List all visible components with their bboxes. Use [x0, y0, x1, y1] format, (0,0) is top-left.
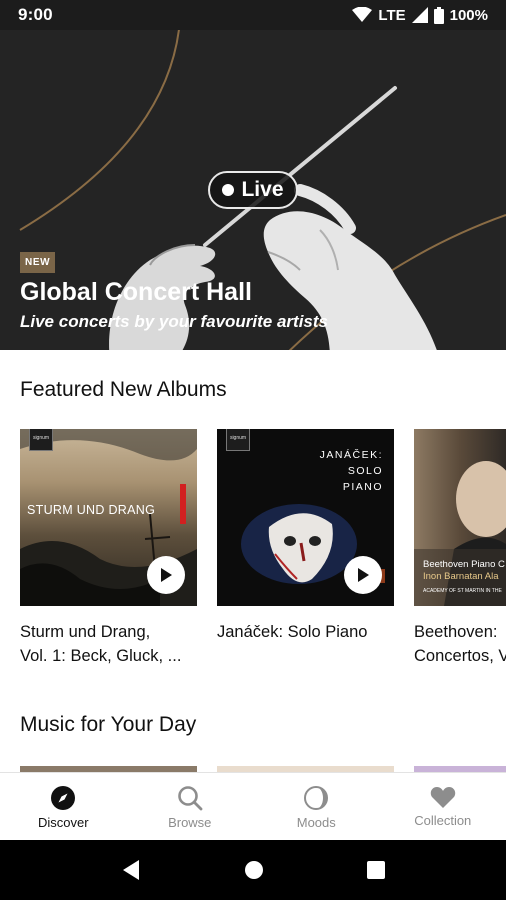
back-icon[interactable] [121, 859, 141, 881]
cell-signal-icon [411, 7, 428, 23]
cover-text: JANÁČEK: SOLO PIANO [320, 447, 383, 495]
nav-label: Discover [37, 815, 89, 830]
battery-percent: 100% [449, 6, 488, 24]
network-type: LTE [378, 6, 406, 24]
nav-label: Collection [414, 813, 472, 828]
moon-icon [304, 786, 329, 810]
recents-icon[interactable] [366, 861, 385, 879]
album-title: Beethoven: Concertos, V [414, 620, 506, 668]
album-title: Janáček: Solo Piano [217, 620, 394, 644]
hero-title: Global Concert Hall [20, 278, 252, 306]
battery-icon [433, 6, 444, 24]
bottom-navigation: Discover Browse Moods Collection [0, 772, 506, 840]
status-indicators: LTE 100% [352, 6, 488, 24]
music-for-day-title: Music for Your Day [20, 713, 197, 736]
album-card[interactable]: signum STURM UND DRANG Sturm und Drang, … [20, 429, 197, 668]
play-icon [161, 568, 172, 582]
compass-icon [51, 786, 76, 810]
cover-text-line3: ACADEMY OF ST MARTIN IN THE [423, 588, 502, 594]
album-card[interactable]: Beethoven Piano C Inon Barnatan Ala ACAD… [414, 429, 506, 668]
signum-logo: signum [226, 429, 250, 451]
album-card[interactable]: signum JANÁČEK: SOLO PIANO Janáček: Solo… [217, 429, 394, 644]
search-icon [177, 786, 203, 811]
album-title-line2: Concertos, V [414, 647, 506, 665]
album-cover[interactable]: signum JANÁČEK: SOLO PIANO [217, 429, 394, 606]
play-button[interactable] [147, 556, 185, 594]
hero-subtitle: Live concerts by your favourite artists [20, 312, 328, 331]
nav-browse[interactable]: Browse [127, 773, 254, 840]
live-dot-icon [222, 184, 235, 196]
cover-text-line1: Beethoven Piano C [423, 559, 505, 570]
album-cover[interactable]: Beethoven Piano C Inon Barnatan Ala ACAD… [414, 429, 506, 606]
nav-moods[interactable]: Moods [253, 773, 380, 840]
status-bar: 9:00 LTE 100% [0, 0, 506, 30]
new-badge: NEW [20, 252, 56, 273]
signum-logo: signum [29, 429, 53, 451]
play-button[interactable] [344, 556, 382, 594]
live-label: Live [241, 178, 284, 201]
live-badge: Live [208, 171, 298, 209]
home-icon[interactable] [244, 860, 264, 880]
heart-icon [430, 787, 455, 808]
nav-label: Browse [168, 815, 212, 830]
cover-text: Beethoven Piano C Inon Barnatan Ala ACAD… [423, 559, 505, 597]
nav-collection[interactable]: Collection [380, 773, 506, 840]
nav-discover[interactable]: Discover [0, 773, 127, 840]
album-title-line1: Sturm und Drang, [20, 623, 151, 641]
play-icon [358, 568, 369, 582]
cover-text: STURM UND DRANG [27, 503, 156, 517]
cover-text-line3: PIANO [342, 481, 383, 493]
cover-text-line1: JANÁČEK: [319, 449, 383, 461]
album-cover[interactable]: signum STURM UND DRANG [20, 429, 197, 606]
status-time: 9:00 [18, 5, 53, 24]
hero-banner[interactable]: Live NEW Global Concert Hall Live concer… [0, 30, 506, 350]
cover-text-line2: Inon Barnatan Ala [423, 571, 499, 582]
nav-label: Moods [296, 815, 336, 830]
album-title-line1: Beethoven: [414, 623, 498, 641]
album-title: Sturm und Drang, Vol. 1: Beck, Gluck, ..… [20, 620, 197, 668]
cover-text-line2: SOLO [347, 465, 383, 477]
album-title-line2: Vol. 1: Beck, Gluck, ... [20, 647, 182, 665]
system-navigation-bar [0, 840, 506, 900]
album-title-line1: Janáček: Solo Piano [217, 623, 368, 641]
wifi-icon [352, 7, 373, 22]
featured-section-title: Featured New Albums [20, 378, 227, 401]
